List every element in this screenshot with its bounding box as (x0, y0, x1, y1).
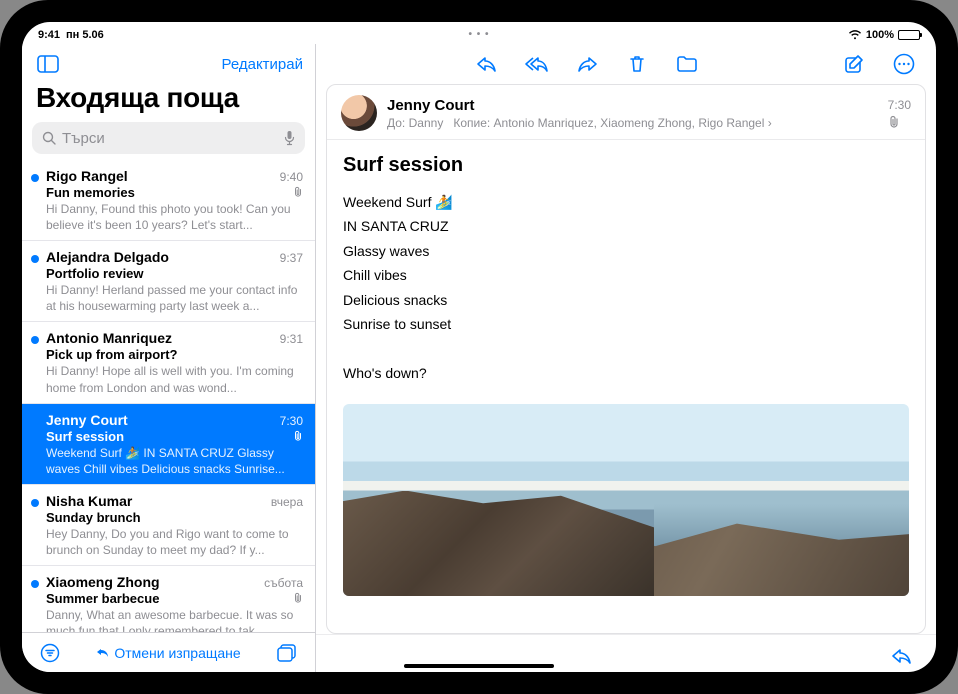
body-line: Sunrise to sunset (343, 313, 909, 335)
search-field[interactable] (32, 122, 305, 154)
msg-snippet: Weekend Surf 🏄 IN SANTA CRUZ Glassy wave… (46, 445, 303, 476)
search-input[interactable] (62, 130, 278, 147)
status-date: пн 5.06 (66, 29, 104, 41)
body-line: Weekend Surf 🏄 (343, 191, 909, 213)
attached-image[interactable] (343, 404, 909, 596)
battery-pct: 100% (866, 29, 894, 41)
detail-sender: Jenny Court (387, 97, 878, 114)
more-icon[interactable] (890, 50, 918, 78)
compose-icon[interactable] (840, 50, 868, 78)
unread-dot (31, 255, 39, 263)
inbox-title: Входяща поща (22, 82, 315, 122)
battery-icon (898, 30, 920, 40)
detail-recipients[interactable]: До: Danny Копие: Antonio Manriquez, Xiao… (387, 116, 878, 130)
message-item[interactable]: Alejandra Delgado 9:37 Portfolio reviewHi … (22, 241, 315, 322)
attachment-icon (888, 115, 911, 129)
filter-icon[interactable] (36, 639, 64, 667)
attachment-icon (293, 430, 303, 442)
message-body: Weekend Surf 🏄IN SANTA CRUZ Glassy wavesC… (327, 185, 925, 396)
move-folder-icon[interactable] (673, 50, 701, 78)
body-line: Chill vibes (343, 264, 909, 286)
home-indicator[interactable] (404, 664, 554, 668)
new-window-icon[interactable] (273, 639, 301, 667)
message-header[interactable]: Jenny Court До: Danny Копие: Antonio Man… (327, 85, 925, 140)
msg-time: вчера (271, 495, 303, 509)
msg-time: събота (264, 576, 303, 590)
reply-icon[interactable] (473, 50, 501, 78)
status-bar: 9:41 пн 5.06 • • • 100% (22, 22, 936, 44)
detail-subject: Surf session (327, 140, 925, 185)
msg-snippet: Danny, What an awesome barbecue. It was … (46, 607, 303, 632)
msg-subject: Pick up from airport? (46, 347, 177, 362)
unread-dot (31, 174, 39, 182)
multitask-dots[interactable]: • • • (468, 29, 489, 40)
body-line (343, 337, 909, 359)
msg-subject: Sunday brunch (46, 510, 141, 525)
msg-sender: Rigo Rangel (46, 168, 128, 184)
msg-subject: Fun memories (46, 185, 135, 200)
mailbox-sidebar: Редактирай Входяща поща Rigo Rangel 9:40 F… (22, 44, 316, 672)
msg-time: 9:31 (280, 332, 303, 346)
msg-sender: Antonio Manriquez (46, 330, 172, 346)
body-line: Who's down? (343, 362, 909, 384)
chevron-right-icon: › (768, 116, 772, 130)
search-icon (42, 131, 56, 145)
msg-sender: Alejandra Delgado (46, 249, 169, 265)
msg-time: 9:40 (280, 170, 303, 184)
body-line: IN SANTA CRUZ (343, 215, 909, 237)
msg-subject: Summer barbecue (46, 591, 159, 606)
msg-sender: Nisha Kumar (46, 493, 132, 509)
body-line: Glassy waves (343, 240, 909, 262)
msg-sender: Xiaomeng Zhong (46, 574, 160, 590)
wifi-icon (848, 30, 862, 40)
edit-button[interactable]: Редактирай (222, 56, 304, 73)
msg-subject: Portfolio review (46, 266, 144, 281)
forward-icon[interactable] (573, 50, 601, 78)
message-item[interactable]: Antonio Manriquez 9:31 Pick up from airpor… (22, 322, 315, 403)
message-item[interactable]: Nisha Kumar вчера Sunday brunchHey Danny, … (22, 485, 315, 566)
message-list[interactable]: Rigo Rangel 9:40 Fun memoriesHi Danny, Fou… (22, 160, 315, 632)
quick-reply-icon[interactable] (888, 642, 916, 670)
msg-snippet: Hi Danny! Herland passed me your contact… (46, 282, 303, 313)
undo-send-button[interactable]: Отмени изпращане (96, 645, 240, 661)
sender-avatar[interactable] (341, 95, 377, 131)
undo-send-label: Отмени изпращане (114, 645, 240, 661)
msg-snippet: Hi Danny! Hope all is well with you. I'm… (46, 363, 303, 394)
msg-sender: Jenny Court (46, 412, 128, 428)
trash-icon[interactable] (623, 50, 651, 78)
status-time: 9:41 (38, 29, 60, 41)
msg-time: 9:37 (280, 251, 303, 265)
message-item[interactable]: Xiaomeng Zhong събота Summer barbecueDanny… (22, 566, 315, 632)
message-item[interactable]: Rigo Rangel 9:40 Fun memoriesHi Danny, Fou… (22, 160, 315, 241)
mic-icon[interactable] (284, 130, 295, 146)
sidebar-bottom-bar: Отмени изпращане (22, 632, 315, 672)
attachment-icon (293, 186, 303, 198)
unread-dot (31, 336, 39, 344)
reply-all-icon[interactable] (523, 50, 551, 78)
msg-subject: Surf session (46, 429, 124, 444)
unread-dot (31, 580, 39, 588)
attachment-icon (293, 592, 303, 604)
msg-snippet: Hey Danny, Do you and Rigo want to come … (46, 526, 303, 557)
msg-time: 7:30 (280, 414, 303, 428)
message-card: Jenny Court До: Danny Копие: Antonio Man… (326, 84, 926, 634)
sidebar-toggle-icon[interactable] (34, 50, 62, 78)
message-detail-pane: Jenny Court До: Danny Копие: Antonio Man… (316, 44, 936, 672)
message-item[interactable]: Jenny Court 7:30 Surf sessionWeekend Surf … (22, 404, 315, 485)
unread-dot (31, 499, 39, 507)
msg-snippet: Hi Danny, Found this photo you took! Can… (46, 201, 303, 232)
detail-time: 7:30 (888, 98, 911, 112)
body-line: Delicious snacks (343, 289, 909, 311)
message-toolbar (316, 44, 936, 84)
